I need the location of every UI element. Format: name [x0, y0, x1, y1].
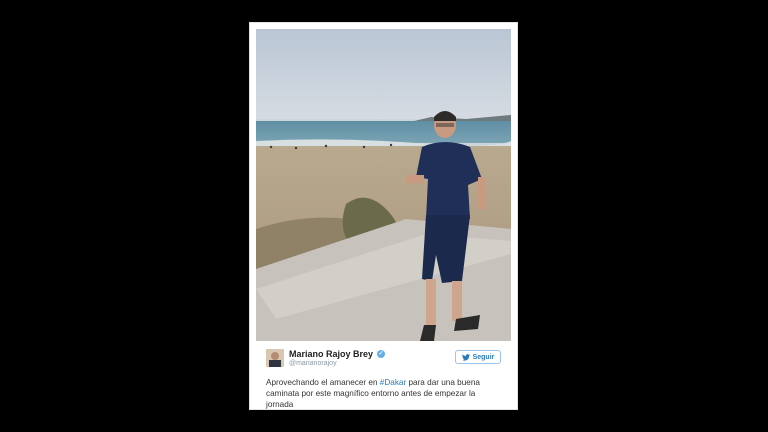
hashtag-link[interactable]: #Dakar — [380, 378, 406, 387]
follow-label: Seguir — [472, 353, 495, 361]
tweet-photo[interactable] — [256, 29, 511, 341]
beach-walk-photo — [256, 29, 511, 341]
tweet-text-before: Aprovechando el amanecer en — [266, 378, 380, 387]
twitter-bird-icon — [461, 353, 470, 361]
author-name-text[interactable]: Mariano Rajoy Brey — [289, 349, 373, 359]
author-name[interactable]: Mariano Rajoy Brey ✓ — [289, 349, 386, 359]
tweet-body: Mariano Rajoy Brey ✓ @marianorajoy Segui… — [256, 341, 511, 409]
author-avatar[interactable] — [266, 349, 284, 367]
author-handle[interactable]: @marianorajoy — [289, 360, 337, 367]
tweet-text: Aprovechando el amanecer en #Dakar para … — [266, 377, 498, 410]
verified-badge-icon: ✓ — [377, 350, 386, 358]
follow-button[interactable]: Seguir — [455, 350, 501, 364]
embedded-tweet-card: Mariano Rajoy Brey ✓ @marianorajoy Segui… — [249, 22, 518, 410]
